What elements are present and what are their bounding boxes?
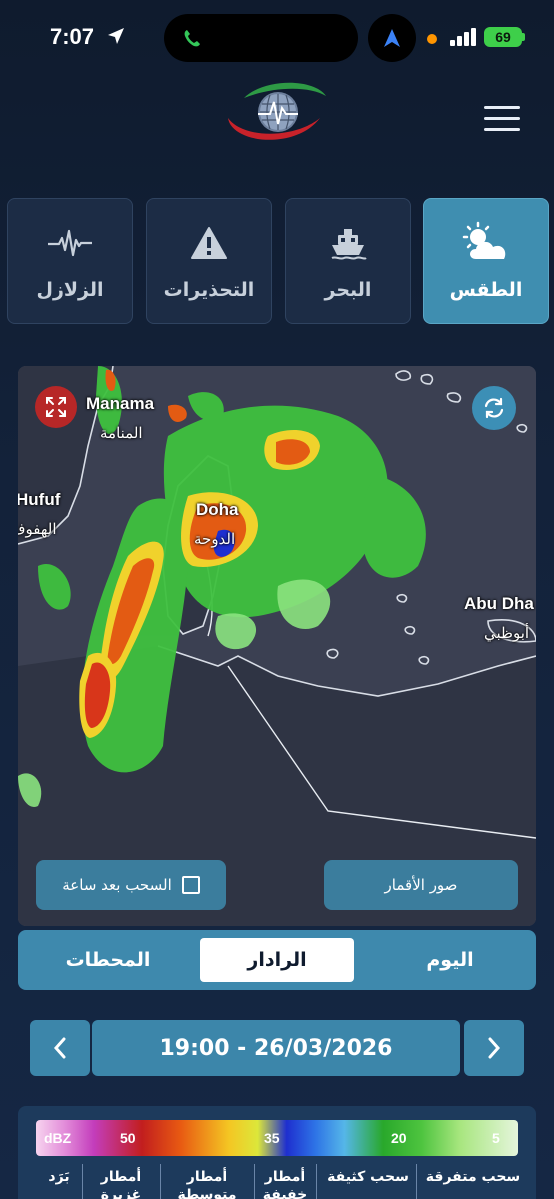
tab-sea-label: البحر [324,279,372,301]
cellular-signal-icon [450,28,476,46]
navigation-icon [384,29,400,47]
satellite-images-label: صور الأقمار [384,876,458,894]
tab-warnings[interactable]: التحذيرات [146,198,272,324]
warning-icon [181,221,237,265]
city-doha-en: Doha [196,500,239,519]
clouds-next-hour-toggle[interactable]: السحب بعد ساعة [36,860,226,910]
radar-legend: dBZ 50 35 20 5 بَرَد أمطار غزيرة أمطار م… [18,1106,536,1199]
location-arrow-icon [108,28,124,44]
battery-indicator: 69 [484,27,522,47]
refresh-button[interactable] [472,386,516,430]
city-hufuf-en: Hufuf [18,490,61,509]
legend-tick-50: 50 [120,1130,136,1146]
phone-call-icon [184,30,200,47]
status-bar: 7:07 69 [0,0,554,76]
tab-today[interactable]: اليوم [372,938,528,982]
dynamic-island[interactable] [164,14,358,62]
legend-divider [82,1164,83,1199]
legend-heavy-rain: أمطار غزيرة [100,1169,142,1199]
previous-time-button[interactable] [30,1020,90,1076]
legend-light-rain: أمطار خفيفة [262,1169,308,1199]
city-hufuf-ar: الهفوف [18,521,57,538]
chevron-left-icon [53,1037,66,1059]
legend-dense-clouds: سحب كثيفة [327,1169,409,1185]
radar-map[interactable]: Manama المنامة Hufuf الهفوف Doha الدوحة … [18,366,536,926]
city-doha-ar: الدوحة [194,531,236,548]
radar-time-display: 19:00 - 26/03/2026 [92,1020,460,1076]
status-time: 7:07 [50,24,95,49]
refresh-icon [484,397,504,419]
city-abudhabi-en: Abu Dha [464,594,534,613]
legend-tick-35: 35 [264,1130,280,1146]
tab-radar[interactable]: الرادار [200,938,354,982]
legend-tick-20: 20 [391,1130,407,1146]
legend-hail: بَرَد [48,1169,70,1185]
navigation-indicator[interactable] [368,14,416,62]
next-time-button[interactable] [464,1020,524,1076]
chevron-right-icon [488,1037,501,1059]
tab-stations[interactable]: المحطات [28,938,188,982]
legend-moderate-rain: أمطار متوسطة [177,1169,237,1199]
tab-warnings-label: التحذيرات [163,279,255,301]
privacy-indicator [427,34,437,44]
fullscreen-button[interactable] [35,386,77,428]
tab-weather[interactable]: الطقس [423,198,549,324]
view-tabs: اليوم الرادار المحطات [18,930,536,990]
legend-tick-5: 5 [492,1130,500,1146]
ship-icon [320,221,376,265]
partly-cloudy-icon [458,221,514,265]
legend-divider [316,1164,317,1199]
clouds-next-hour-label: السحب بعد ساعة [62,876,172,894]
legend-divider [160,1164,161,1199]
app-logo [228,82,326,140]
city-manama-en: Manama [86,394,155,413]
tab-earthquakes-label: الزلازل [36,279,104,301]
legend-scattered-clouds: سحب متفرقة [425,1169,521,1185]
radar-map-canvas [18,366,536,926]
legend-divider [254,1164,255,1199]
expand-icon [46,397,66,417]
tab-earthquakes[interactable]: الزلازل [7,198,133,324]
tab-weather-label: الطقس [449,279,523,301]
battery-tip [522,33,525,41]
hamburger-menu-button[interactable] [484,106,520,132]
battery-level: 69 [495,29,511,45]
legend-unit: dBZ [44,1130,72,1146]
legend-divider [416,1164,417,1199]
satellite-images-button[interactable]: صور الأقمار [324,860,518,910]
city-manama-ar: المنامة [100,425,143,442]
seismograph-icon [42,221,98,265]
clouds-next-hour-checkbox[interactable] [181,876,200,894]
tab-sea[interactable]: البحر [285,198,411,324]
city-abudhabi-ar: أبوظبي [484,625,530,642]
